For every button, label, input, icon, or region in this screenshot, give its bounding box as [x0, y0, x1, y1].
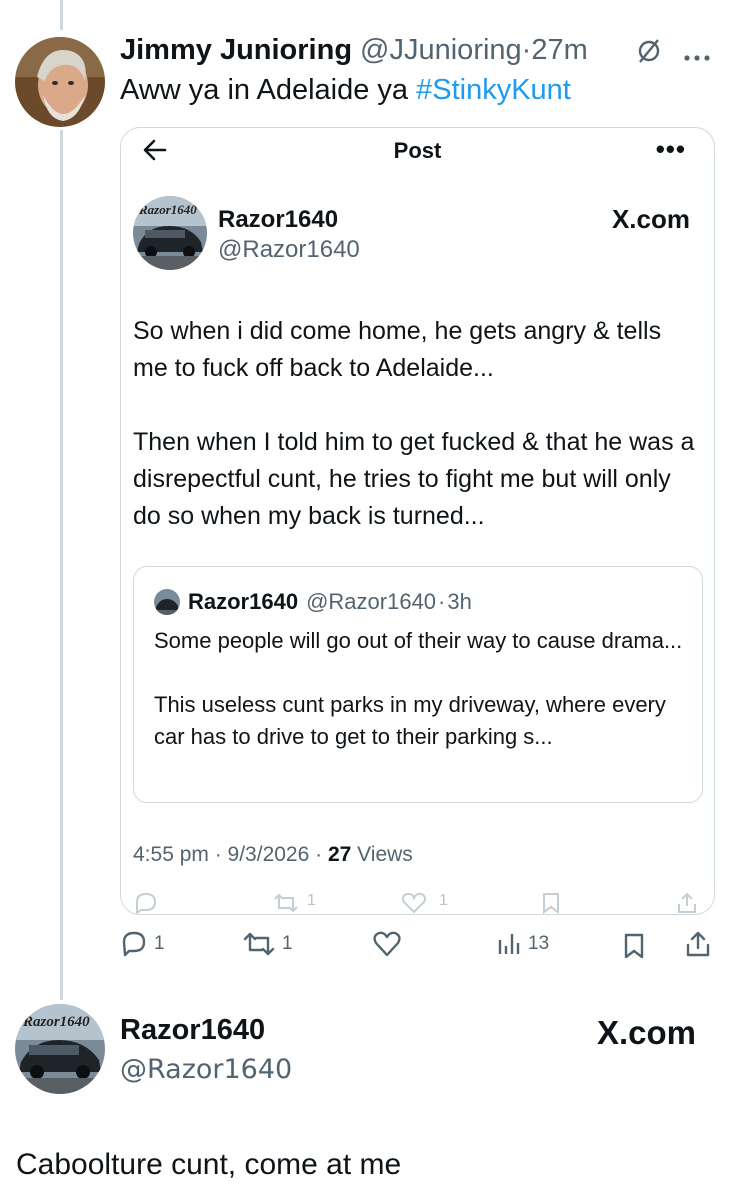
reply-count: 1	[154, 933, 165, 954]
quote-separator: ·	[438, 589, 446, 614]
embed-avatar[interactable]: Razor1640	[133, 196, 207, 270]
bookmark-icon	[624, 933, 644, 959]
embed-paragraph: So when i did come home, he gets angry &…	[133, 317, 662, 382]
quote-paragraph: Some people will go out of their way to …	[154, 628, 683, 653]
reply-author-name[interactable]: Jimmy Junioring	[120, 34, 352, 67]
embed-more-icon[interactable]: •••	[656, 134, 686, 165]
retweet-count: 1	[282, 933, 293, 954]
embed-actions-faded: 1 1	[121, 888, 714, 914]
share-button[interactable]	[684, 930, 712, 958]
xcom-label: X.com	[611, 204, 690, 234]
quoted-post-card[interactable]: Razor1640 @Razor1640 · 3h Some people wi…	[133, 566, 703, 803]
embed-post-timestamp: 4:55 pm · 9/3/2026 ·	[133, 843, 328, 866]
retweet-button[interactable]: 1	[242, 930, 293, 958]
more-icon[interactable]	[684, 41, 710, 69]
grok-slash-icon[interactable]	[636, 38, 662, 71]
embed-like-icon	[401, 892, 427, 914]
quote-timestamp: 3h	[447, 589, 472, 614]
reply-author-handle[interactable]: @JJunioring	[360, 34, 522, 67]
quote-author-name: Razor1640	[188, 589, 299, 614]
embed-views-label: Views	[351, 843, 413, 866]
reply-avatar[interactable]	[15, 37, 105, 127]
svg-text:Razor1640: Razor1640	[138, 202, 197, 217]
reply-separator: ·	[521, 34, 532, 66]
reply-button[interactable]: 1	[120, 930, 165, 958]
quote-body: Some people will go out of their way to …	[154, 625, 694, 753]
embed-post-meta: 4:55 pm · 9/3/2026 · 27 Views	[133, 843, 413, 867]
embed-author-name[interactable]: Razor1640	[218, 206, 338, 234]
reply-icon	[122, 931, 146, 957]
thread-line-top	[60, 0, 63, 30]
quote-author-handle: @Razor1640	[306, 589, 437, 614]
heart-icon	[373, 931, 401, 957]
quote-paragraph: This useless cunt parks in my driveway, …	[154, 692, 666, 749]
embed-like-count: 1	[439, 892, 448, 909]
embed-post-body: So when i did come home, he gets angry &…	[133, 313, 698, 535]
quote-avatar	[154, 589, 180, 615]
embed-retweet-icon	[271, 892, 301, 914]
embedded-post-card[interactable]: Post ••• Razor1640 Razor1640 @Razor1640 …	[120, 127, 715, 915]
car-photo: Razor1640	[15, 1004, 105, 1094]
reply-timestamp[interactable]: 27m	[531, 34, 587, 67]
reply-text: Aww ya in Adelaide ya #StinkyKunt	[120, 74, 571, 107]
like-button[interactable]	[372, 930, 402, 958]
bookmark-button[interactable]	[622, 932, 646, 960]
reply-text-body: Aww ya in Adelaide ya	[120, 74, 417, 106]
embed-bookmark-icon	[541, 892, 561, 914]
svg-text:Razor1640: Razor1640	[22, 1014, 90, 1030]
post2-author-handle[interactable]: @Razor1640	[120, 1054, 292, 1085]
embed-reply-icon	[133, 892, 159, 914]
embed-paragraph: Then when I told him to get fucked & tha…	[133, 428, 695, 530]
post2-avatar[interactable]: Razor1640	[15, 1004, 105, 1094]
views-icon	[498, 934, 520, 954]
old-man-photo	[15, 37, 105, 127]
car-photo: Razor1640	[133, 196, 207, 270]
reply-header: Jimmy Junioring @JJunioring · 27m	[120, 34, 588, 67]
reply-action-bar: 1 1 13	[120, 928, 720, 964]
embed-header-title: Post	[393, 138, 442, 163]
embed-retweet-count: 1	[307, 892, 316, 909]
hashtag-link[interactable]: #StinkyKunt	[416, 74, 571, 106]
retweet-icon	[243, 932, 275, 956]
post2-author-name[interactable]: Razor1640	[120, 1014, 265, 1047]
post2-text: Caboolture cunt, come at me	[16, 1148, 402, 1181]
views-count: 13	[528, 933, 550, 954]
embed-views-count: 27	[327, 843, 352, 866]
post2-xcom-label: X.com	[596, 1014, 696, 1051]
quote-header: Razor1640 @Razor1640 · 3h	[154, 589, 472, 615]
share-icon	[686, 931, 710, 957]
thread-line	[60, 130, 63, 1000]
embed-share-icon	[676, 892, 698, 914]
views-button[interactable]: 13	[496, 930, 549, 958]
reply-header-icons	[636, 38, 710, 71]
embed-author-handle[interactable]: @Razor1640	[218, 236, 360, 264]
